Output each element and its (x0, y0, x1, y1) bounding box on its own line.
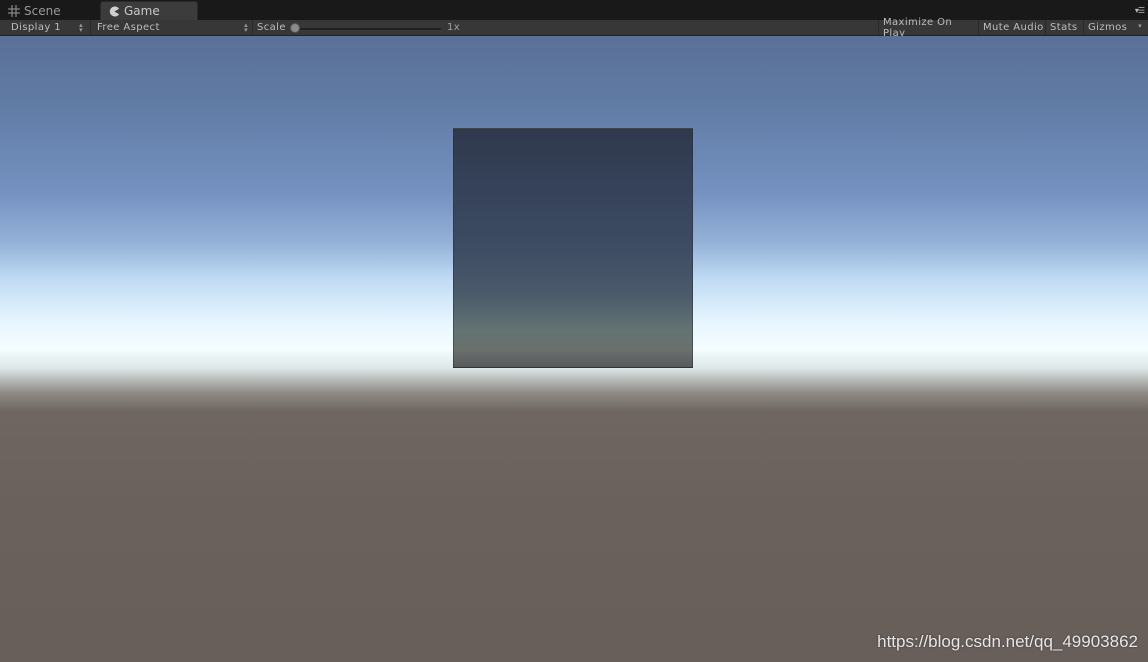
tab-scene[interactable]: Scene (0, 1, 96, 20)
tab-game[interactable]: Game (100, 1, 198, 20)
gizmos-label: Gizmos (1088, 22, 1128, 33)
mute-audio-toggle[interactable]: Mute Audio (979, 20, 1045, 35)
maximize-on-play-toggle[interactable]: Maximize On Play (879, 17, 977, 39)
watermark-url: https://blog.csdn.net/qq_49903862 (877, 632, 1138, 651)
gizmos-dropdown[interactable]: Gizmos ▾ (1084, 20, 1148, 35)
grid-icon (8, 4, 20, 17)
cube-object (453, 128, 693, 368)
updown-arrows-icon: ▴ ▾ (244, 21, 248, 34)
display-dropdown[interactable]: Display 1 ▴ ▾ (0, 20, 90, 35)
pacman-icon (109, 5, 120, 17)
aspect-dropdown[interactable]: Free Aspect ▴ ▾ (91, 20, 252, 35)
tab-menu-icon[interactable]: ▾☰ (1135, 6, 1145, 15)
game-toolbar: Display 1 ▴ ▾ Free Aspect ▴ ▾ Scale 1x Max… (0, 17, 1148, 39)
aspect-dropdown-label: Free Aspect (97, 22, 160, 33)
scale-slider-handle[interactable] (290, 23, 300, 33)
tab-game-label: Game (124, 4, 160, 18)
scale-slider-track[interactable] (293, 28, 441, 30)
scale-value: 1x (447, 22, 461, 33)
separator (252, 20, 253, 35)
scale-label: Scale (257, 22, 286, 33)
tab-scene-label: Scene (24, 3, 61, 18)
display-dropdown-label: Display 1 (11, 22, 62, 33)
stats-toggle[interactable]: Stats (1046, 20, 1083, 35)
game-window: Scene Game ▾☰ Display 1 ▴ ▾ Free Aspect ▴… (0, 0, 1148, 662)
game-viewport[interactable]: https://blog.csdn.net/qq_49903862 (0, 36, 1148, 662)
chevron-down-icon: ▾ (1138, 22, 1142, 30)
updown-arrows-icon: ▴ ▾ (79, 21, 83, 34)
